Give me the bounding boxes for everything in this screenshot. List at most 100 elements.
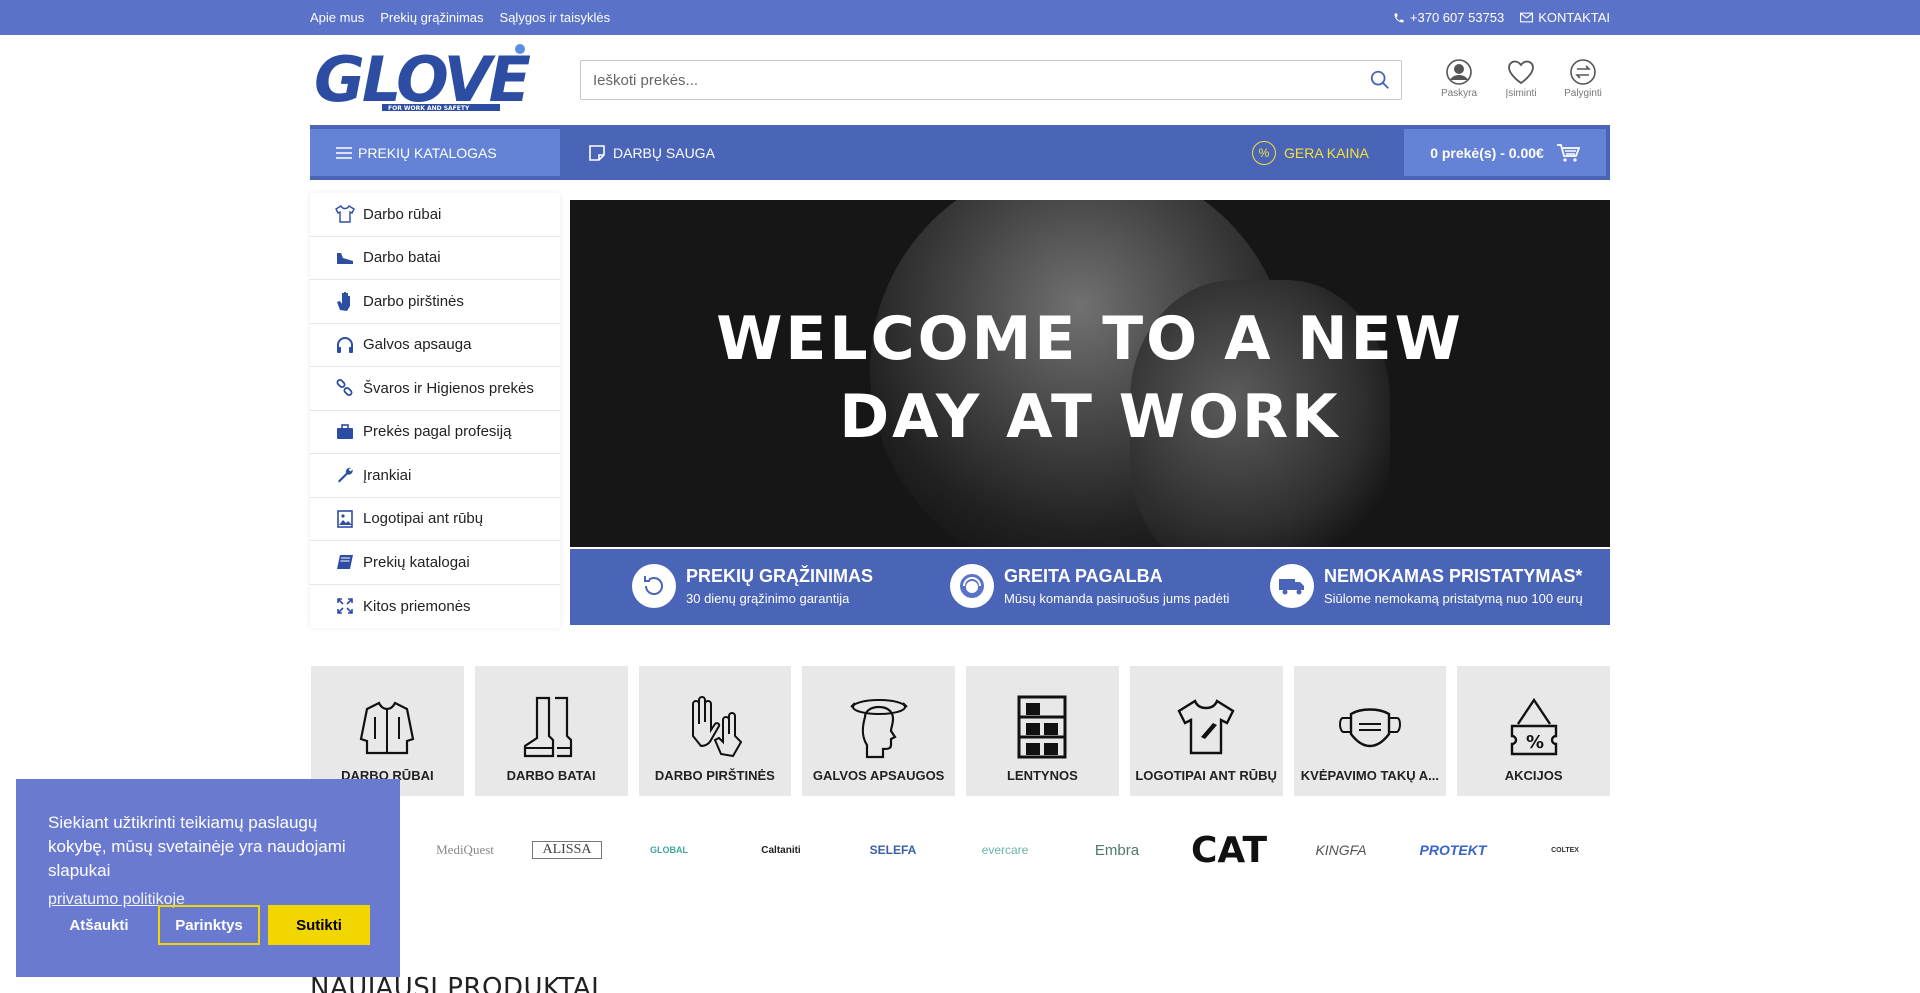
benefit-title: PREKIŲ GRĄŽINIMAS [686, 566, 874, 586]
boots-icon [516, 692, 586, 762]
brand-logo[interactable]: PROTEKT [1408, 842, 1498, 858]
cookie-buttons: Atšaukti Parinktys Sutikti [48, 905, 370, 945]
benefit-support: GREITA PAGALBA Mūsų komanda pasiruošus j… [950, 564, 1229, 608]
tile-work-gloves[interactable]: DARBO PIRŠTINĖS [638, 666, 792, 796]
tile-label: AKCIJOS [1504, 768, 1563, 783]
tile-shelves[interactable]: LENTYNOS [966, 666, 1119, 796]
tile-label: DARBO PIRŠTINĖS [654, 768, 775, 783]
brand-logo[interactable]: evercare [960, 843, 1050, 857]
tile-work-shoes[interactable]: DARBO BATAI [474, 666, 628, 796]
tile-label: GALVOS APSAUGOS [812, 768, 945, 783]
brand-logo[interactable]: KINGFA [1296, 842, 1386, 858]
phone-link[interactable]: +370 607 53753 [1393, 10, 1504, 25]
safety-link[interactable]: DARBŲ SAUGA [587, 125, 715, 180]
benefit-subtitle: 30 dienų grąžinimo garantija [686, 591, 850, 606]
svg-text:%: % [1526, 732, 1544, 753]
cart-summary: 0 prekė(s) - 0.00€ [1430, 144, 1544, 161]
catalog-label: PREKIŲ KATALOGAS [358, 144, 497, 161]
sidemenu-item-label: Kitos priemonės [363, 597, 471, 615]
sidemenu-item-work-gloves[interactable]: Darbo pirštinės [310, 280, 560, 324]
header: GLOVE FOR WORK AND SAFETY Paskyra Įsimin… [310, 35, 1610, 125]
book-icon [335, 552, 355, 572]
compare-button[interactable]: Palyginti [1562, 59, 1604, 99]
wrench-icon [335, 465, 355, 485]
mail-icon [1520, 12, 1534, 23]
sidemenu-item-label: Prekės pagal profesiją [363, 423, 512, 441]
search-button[interactable] [1369, 69, 1393, 93]
brand-logo[interactable]: SELEFA [848, 843, 938, 857]
hero-title-line2: DAY AT WORK [839, 382, 1341, 452]
wishlist-label: Įsiminti [1505, 88, 1537, 99]
tile-logos[interactable]: LOGOTIPAI ANT RŪBŲ [1129, 666, 1283, 796]
header-icons: Paskyra Įsiminti Palyginti [1438, 59, 1604, 99]
top-bar: Apie mus Prekių grąžinimas Sąlygos ir ta… [0, 0, 1920, 35]
tile-head-protection[interactable]: GALVOS APSAUGOS [802, 666, 955, 796]
tile-respiratory[interactable]: KVĖPAVIMO TAKŲ A... [1293, 666, 1447, 796]
benefit-delivery: NEMOKAMAS PRISTATYMAS* Siūlome nemokamą … [1270, 564, 1583, 608]
catalog-menu-button[interactable]: PREKIŲ KATALOGAS [310, 129, 560, 176]
wishlist-button[interactable]: Įsiminti [1500, 59, 1542, 99]
brand-logo[interactable]: Embra [1072, 842, 1162, 859]
cookie-accept-button[interactable]: Sutikti [268, 905, 370, 945]
sidemenu-item-logos[interactable]: Logotipai ant rūbų [310, 498, 560, 541]
search-box [580, 60, 1402, 100]
sidemenu-item-head-protection[interactable]: Galvos apsauga [310, 324, 560, 367]
link-icon [335, 378, 355, 398]
tile-label: KVĖPAVIMO TAKŲ A... [1300, 768, 1439, 783]
compare-icon [1570, 59, 1596, 85]
sidemenu-item-label: Logotipai ant rūbų [363, 510, 484, 528]
benefit-returns: PREKIŲ GRĄŽINIMAS 30 dienų grąžinimo gar… [632, 564, 873, 608]
sidemenu-item-work-shoes[interactable]: Darbo batai [310, 237, 560, 280]
cookie-options-button[interactable]: Parinktys [158, 905, 260, 945]
hero-banner[interactable]: WELCOME TO A NEW DAY AT WORK [570, 200, 1610, 547]
shoe-icon [335, 248, 355, 268]
briefcase-icon [335, 422, 355, 442]
link-returns[interactable]: Prekių grąžinimas [380, 10, 483, 25]
top-bar-inner: Apie mus Prekių grąžinimas Sąlygos ir ta… [310, 0, 1610, 35]
contacts-label: KONTAKTAI [1538, 10, 1610, 25]
cookie-decline-button[interactable]: Atšaukti [48, 905, 150, 945]
contacts-link[interactable]: KONTAKTAI [1520, 10, 1610, 25]
sidemenu-item-by-profession[interactable]: Prekės pagal profesiją [310, 411, 560, 454]
brand-logo[interactable]: GLOBAL [624, 845, 714, 855]
shelves-icon [1007, 692, 1077, 762]
link-about[interactable]: Apie mus [310, 10, 364, 25]
sidemenu-item-tools[interactable]: Įrankiai [310, 454, 560, 498]
tile-discounts[interactable]: % AKCIJOS [1457, 666, 1610, 796]
hero-title-line1: WELCOME TO A NEW [716, 304, 1464, 374]
svg-text:FOR WORK AND SAFETY: FOR WORK AND SAFETY [388, 105, 470, 112]
account-button[interactable]: Paskyra [1438, 59, 1480, 99]
phone-icon [1394, 13, 1404, 22]
phone-number: +370 607 53753 [1409, 10, 1505, 25]
head-icon [844, 692, 914, 762]
sidemenu-item-work-clothes[interactable]: Darbo rūbai [310, 193, 560, 237]
search-input[interactable] [581, 61, 1341, 99]
good-price-link[interactable]: % GERA KAINA [1252, 125, 1369, 180]
brand-logo[interactable]: COLTEX [1520, 847, 1610, 854]
link-terms[interactable]: Sąlygos ir taisyklės [500, 10, 611, 25]
gloves-icon [680, 692, 750, 762]
sidemenu-item-label: Darbo rūbai [363, 205, 442, 223]
cookie-message: Siekiant užtikrinti teikiamų paslaugų ko… [48, 813, 346, 880]
glove-icon [335, 291, 355, 312]
top-links: Apie mus Prekių grąžinimas Sąlygos ir ta… [310, 10, 610, 25]
good-price-label: GERA KAINA [1284, 144, 1369, 161]
sidemenu-item-label: Darbo batai [363, 249, 441, 267]
tile-work-clothes[interactable]: DARBO RŪBAI [311, 666, 464, 796]
sidemenu-item-hygiene[interactable]: Švaros ir Higienos prekės [310, 367, 560, 411]
sidemenu-item-other[interactable]: Kitos priemonės [310, 585, 560, 629]
cart-icon [1556, 143, 1580, 162]
main-nav: PREKIŲ KATALOGAS DARBŲ SAUGA % GERA KAIN… [310, 125, 1610, 180]
site-logo[interactable]: GLOVE FOR WORK AND SAFETY [312, 43, 534, 119]
sidemenu-item-label: Švaros ir Higienos prekės [363, 379, 534, 397]
brand-logo[interactable]: Caltaniti [736, 845, 826, 856]
brand-logo[interactable]: MediQuest [420, 842, 510, 858]
sidemenu-item-catalogs[interactable]: Prekių katalogai [310, 541, 560, 585]
compare-label: Palyginti [1564, 88, 1602, 99]
brand-logo[interactable]: ALISSA [532, 841, 602, 859]
tile-label: LENTYNOS [1006, 768, 1078, 783]
brand-logo[interactable]: CAT [1184, 830, 1274, 871]
cookie-banner: Siekiant užtikrinti teikiamų paslaugų ko… [16, 779, 400, 977]
top-contacts: +370 607 53753 KONTAKTAI [1393, 10, 1610, 25]
cart-button[interactable]: 0 prekė(s) - 0.00€ [1404, 129, 1606, 176]
